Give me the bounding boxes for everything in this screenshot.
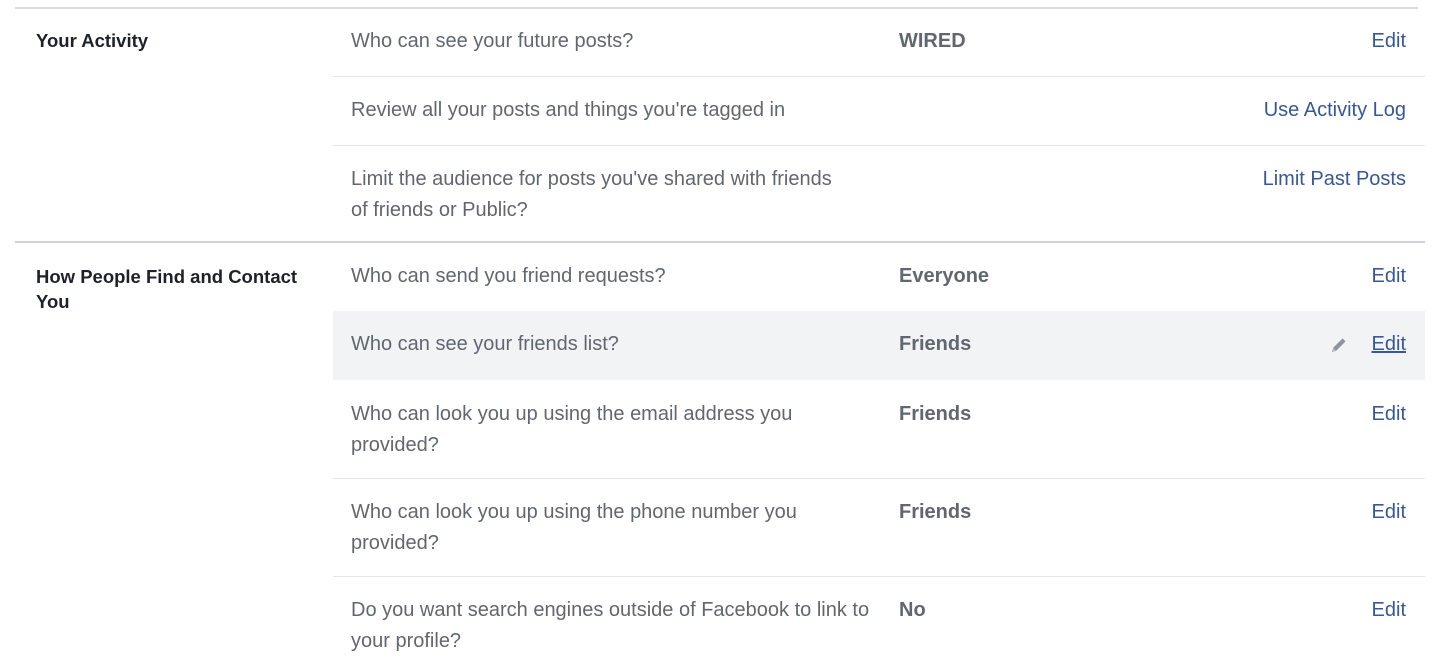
edit-friend-requests-link[interactable]: Edit xyxy=(1372,261,1406,292)
setting-value: Friends xyxy=(899,501,972,523)
edit-phone-lookup-link[interactable]: Edit xyxy=(1372,497,1406,528)
setting-question: Review all your posts and things you're … xyxy=(351,99,786,121)
setting-question: Limit the audience for posts you've shar… xyxy=(351,168,832,221)
setting-row-friend-requests: Who can send you friend requests? Everyo… xyxy=(333,243,1425,311)
edit-search-engines-link[interactable]: Edit xyxy=(1372,595,1406,626)
setting-question: Who can see your future posts? xyxy=(351,30,634,52)
setting-question: Do you want search engines outside of Fa… xyxy=(351,599,870,652)
limit-past-posts-link[interactable]: Limit Past Posts xyxy=(1263,164,1406,195)
edit-email-lookup-link[interactable]: Edit xyxy=(1372,399,1406,430)
setting-row-future-posts: Who can see your future posts? WIRED Edi… xyxy=(333,8,1425,76)
setting-row-activity-log: Review all your posts and things you're … xyxy=(333,77,1425,145)
setting-row-friends-list[interactable]: Who can see your friends list? Friends E… xyxy=(333,311,1425,380)
edit-future-posts-link[interactable]: Edit xyxy=(1372,26,1406,57)
edit-friends-list-link[interactable]: Edit xyxy=(1372,329,1406,360)
section-title-find-and-contact: How People Find and Contact You xyxy=(36,266,298,312)
setting-value: No xyxy=(899,599,926,621)
setting-row-limit-past-posts: Limit the audience for posts you've shar… xyxy=(333,146,1425,241)
setting-value: Friends xyxy=(899,333,972,355)
setting-question: Who can see your friends list? xyxy=(351,333,619,355)
setting-value: Friends xyxy=(899,403,972,425)
pencil-icon xyxy=(1332,338,1346,352)
use-activity-log-link[interactable]: Use Activity Log xyxy=(1264,95,1406,126)
setting-row-search-engines: Do you want search engines outside of Fa… xyxy=(333,577,1425,672)
setting-question: Who can send you friend requests? xyxy=(351,265,666,287)
setting-question: Who can look you up using the email addr… xyxy=(351,403,793,456)
setting-question: Who can look you up using the phone numb… xyxy=(351,501,797,554)
setting-row-phone-lookup: Who can look you up using the phone numb… xyxy=(333,479,1425,576)
setting-value: WIRED xyxy=(899,30,966,52)
section-title-your-activity: Your Activity xyxy=(36,30,149,51)
setting-value: Everyone xyxy=(899,265,990,287)
setting-row-email-lookup: Who can look you up using the email addr… xyxy=(333,381,1425,478)
